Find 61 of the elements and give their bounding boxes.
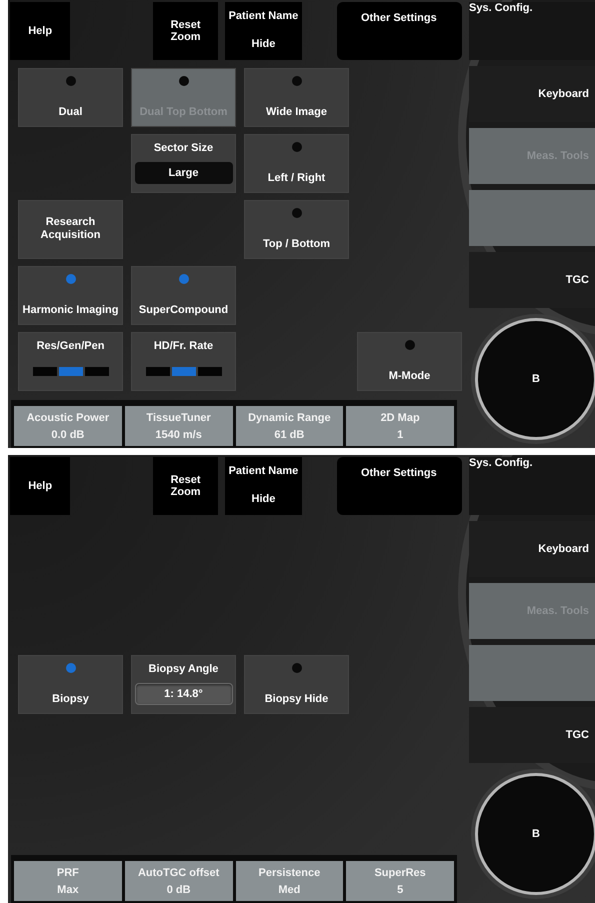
parameter-value: 0 dB bbox=[166, 884, 191, 896]
toggle-button[interactable]: Top / Bottom bbox=[244, 200, 349, 259]
button-label: Patient Name bbox=[228, 10, 298, 22]
button-label: Patient Name bbox=[228, 465, 298, 477]
level-segment[interactable] bbox=[198, 367, 222, 376]
top-button[interactable]: Help bbox=[10, 457, 70, 515]
parameter-value: Max bbox=[57, 884, 79, 896]
level-segment[interactable] bbox=[172, 367, 196, 376]
parameter-label: TissueTuner bbox=[146, 412, 211, 424]
level-segment[interactable] bbox=[32, 367, 56, 376]
toggle-button[interactable]: Harmonic Imaging bbox=[18, 266, 123, 325]
button-label: Left / Right bbox=[268, 172, 326, 184]
setting-label: Biopsy Angle bbox=[148, 663, 218, 675]
button-label: Wide Image bbox=[266, 106, 328, 118]
parameter-label: Persistence bbox=[258, 866, 320, 878]
top-button[interactable]: Patient Name Hide bbox=[224, 2, 302, 60]
parameter-label: AutoTGC offset bbox=[138, 866, 220, 878]
value-selector[interactable]: Large bbox=[134, 162, 232, 184]
toggle-button[interactable]: Dual bbox=[18, 68, 123, 127]
toggle-button[interactable]: M-Mode bbox=[357, 332, 462, 391]
toggle-button[interactable]: Wide Image bbox=[244, 68, 349, 127]
action-button[interactable]: Research Acquisition bbox=[18, 200, 123, 259]
parameter-label: 2D Map bbox=[380, 412, 420, 424]
parameter-value: 5 bbox=[397, 884, 404, 896]
setting-label: Res/Gen/Pen bbox=[36, 340, 104, 352]
button-value: Hide bbox=[252, 38, 276, 50]
toggle-button[interactable]: SuperCompound bbox=[131, 266, 236, 325]
button-label: Biopsy bbox=[52, 693, 89, 705]
parameter-value: 1 bbox=[397, 428, 404, 440]
level-segment[interactable] bbox=[84, 367, 108, 376]
button-label: Biopsy Hide bbox=[264, 693, 328, 705]
parameter-label: PRF bbox=[56, 866, 79, 878]
top-button[interactable]: Patient Name Hide bbox=[224, 457, 302, 515]
parameter-value: 1540 m/s bbox=[155, 428, 202, 440]
button-label: Dual bbox=[58, 106, 82, 118]
parameter-label: Dynamic Range bbox=[248, 412, 331, 424]
top-button[interactable]: Other Settings bbox=[336, 457, 462, 515]
parameter-value: 0.0 dB bbox=[51, 428, 84, 440]
button-value: Hide bbox=[252, 493, 276, 505]
button-label: SuperCompound bbox=[138, 304, 228, 316]
setting-label: HD/Fr. Rate bbox=[154, 340, 214, 352]
level-segment[interactable] bbox=[58, 367, 82, 376]
parameter-value: 61 dB bbox=[274, 428, 304, 440]
setting-label: Sector Size bbox=[154, 142, 214, 154]
parameter-value: Med bbox=[278, 884, 300, 896]
top-button[interactable]: Reset Zoom bbox=[153, 457, 218, 515]
top-button[interactable]: Help bbox=[10, 2, 70, 60]
button-label: M-Mode bbox=[388, 370, 430, 382]
toggle-button[interactable]: Biopsy bbox=[18, 655, 123, 714]
toggle-button[interactable]: Left / Right bbox=[244, 134, 349, 193]
button-label: Top / Bottom bbox=[263, 238, 330, 250]
toggle-button[interactable]: Biopsy Hide bbox=[244, 655, 349, 714]
level-segment[interactable] bbox=[146, 367, 170, 376]
parameter-label: Acoustic Power bbox=[26, 412, 110, 424]
side-button[interactable]: Sys. Config. bbox=[469, 2, 595, 60]
parameter-label: SuperRes bbox=[374, 866, 426, 878]
button-label: Harmonic Imaging bbox=[22, 304, 118, 316]
value-selector[interactable]: 1: 14.8° bbox=[134, 683, 232, 705]
top-button[interactable]: Reset Zoom bbox=[153, 2, 218, 60]
side-button[interactable]: Sys. Config. bbox=[469, 457, 595, 515]
top-button[interactable]: Other Settings bbox=[336, 2, 462, 60]
